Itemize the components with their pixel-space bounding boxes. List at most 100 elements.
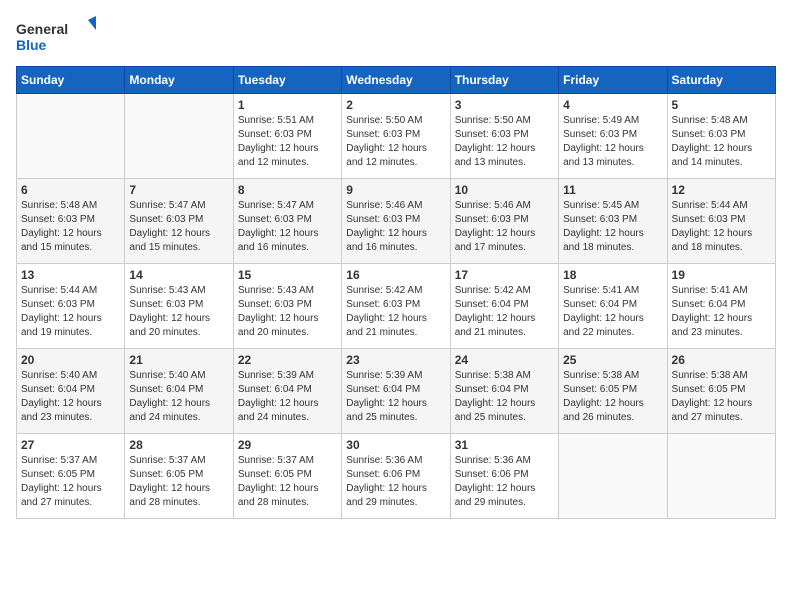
calendar-cell: 13Sunrise: 5:44 AM Sunset: 6:03 PM Dayli… [17,264,125,349]
weekday-header-tuesday: Tuesday [233,67,341,94]
calendar-cell: 21 Sunrise: 5:40 AM Sunset: 6:04 PM Dayli… [125,349,233,434]
calendar-cell: 3 Sunrise: 5:50 AM Sunset: 6:03 PM Daylig… [450,94,558,179]
weekday-header-sunday: Sunday [17,67,125,94]
day-info: Sunrise: 5:46 AM Sunset: 6:03 PM Dayligh… [346,199,445,255]
day-info: Sunrise: 5:36 AM Sunset: 6:06 PM Dayligh… [346,454,445,510]
day-number: 25 [563,353,662,367]
calendar-cell: 14 Sunrise: 5:43 AM Sunset: 6:03 PM Dayli… [125,264,233,349]
day-number: 13 [21,268,120,282]
day-number: 5 [672,98,771,112]
day-number: 23 [346,353,445,367]
calendar-cell: 22 Sunrise: 5:39 AM Sunset: 6:04 PM Dayli… [233,349,341,434]
calendar-week-5: 27 Sunrise: 5:37 AM Sunset: 6:05 PM Dayli… [17,434,776,519]
calendar-cell: 11Sunrise: 5:45 AM Sunset: 6:03 PM Dayli… [559,179,667,264]
day-info: Sunrise: 5:40 AM Sunset: 6:04 PM Dayligh… [21,369,120,425]
day-number: 27 [21,438,120,452]
day-info: Sunrise: 5:43 AM Sunset: 6:03 PM Dayligh… [238,284,337,340]
calendar-cell [17,94,125,179]
calendar-cell: 5 Sunrise: 5:48 AM Sunset: 6:03 PM Daylig… [667,94,775,179]
calendar-cell: 1 Sunrise: 5:51 AM Sunset: 6:03 PM Daylig… [233,94,341,179]
calendar-week-2: 6Sunrise: 5:48 AM Sunset: 6:03 PM Daylig… [17,179,776,264]
calendar-cell: 19 Sunrise: 5:41 AM Sunset: 6:04 PM Dayli… [667,264,775,349]
calendar-cell: 2Sunrise: 5:50 AM Sunset: 6:03 PM Daylig… [342,94,450,179]
day-number: 30 [346,438,445,452]
calendar-cell: 17 Sunrise: 5:42 AM Sunset: 6:04 PM Dayli… [450,264,558,349]
weekday-header-thursday: Thursday [450,67,558,94]
page-header: General Blue [16,16,776,58]
calendar-cell: 12Sunrise: 5:44 AM Sunset: 6:03 PM Dayli… [667,179,775,264]
calendar-cell: 30 Sunrise: 5:36 AM Sunset: 6:06 PM Dayli… [342,434,450,519]
day-number: 26 [672,353,771,367]
calendar-cell: 25 Sunrise: 5:38 AM Sunset: 6:05 PM Dayli… [559,349,667,434]
day-info: Sunrise: 5:47 AM Sunset: 6:03 PM Dayligh… [129,199,228,255]
day-info: Sunrise: 5:43 AM Sunset: 6:03 PM Dayligh… [129,284,228,340]
day-number: 14 [129,268,228,282]
day-info: Sunrise: 5:38 AM Sunset: 6:04 PM Dayligh… [455,369,554,425]
calendar-cell: 4 Sunrise: 5:49 AM Sunset: 6:03 PM Daylig… [559,94,667,179]
svg-text:Blue: Blue [16,37,47,53]
day-number: 17 [455,268,554,282]
day-number: 9 [346,183,445,197]
weekday-header-monday: Monday [125,67,233,94]
day-number: 4 [563,98,662,112]
day-info: Sunrise: 5:39 AM Sunset: 6:04 PM Dayligh… [346,369,445,425]
day-number: 29 [238,438,337,452]
calendar-cell: 18Sunrise: 5:41 AM Sunset: 6:04 PM Dayli… [559,264,667,349]
calendar-cell: 24 Sunrise: 5:38 AM Sunset: 6:04 PM Dayli… [450,349,558,434]
day-info: Sunrise: 5:38 AM Sunset: 6:05 PM Dayligh… [563,369,662,425]
day-info: Sunrise: 5:40 AM Sunset: 6:04 PM Dayligh… [129,369,228,425]
calendar-cell [559,434,667,519]
day-info: Sunrise: 5:38 AM Sunset: 6:05 PM Dayligh… [672,369,771,425]
day-number: 10 [455,183,554,197]
day-number: 22 [238,353,337,367]
calendar-cell [125,94,233,179]
day-info: Sunrise: 5:47 AM Sunset: 6:03 PM Dayligh… [238,199,337,255]
logo-svg: General Blue [16,16,96,58]
day-info: Sunrise: 5:42 AM Sunset: 6:04 PM Dayligh… [455,284,554,340]
day-info: Sunrise: 5:48 AM Sunset: 6:03 PM Dayligh… [672,114,771,170]
day-info: Sunrise: 5:44 AM Sunset: 6:03 PM Dayligh… [672,199,771,255]
calendar-cell: 29 Sunrise: 5:37 AM Sunset: 6:05 PM Dayli… [233,434,341,519]
day-number: 1 [238,98,337,112]
day-info: Sunrise: 5:36 AM Sunset: 6:06 PM Dayligh… [455,454,554,510]
day-number: 28 [129,438,228,452]
day-info: Sunrise: 5:45 AM Sunset: 6:03 PM Dayligh… [563,199,662,255]
day-info: Sunrise: 5:37 AM Sunset: 6:05 PM Dayligh… [238,454,337,510]
logo: General Blue [16,16,96,58]
weekday-header-wednesday: Wednesday [342,67,450,94]
weekday-header-saturday: Saturday [667,67,775,94]
day-info: Sunrise: 5:42 AM Sunset: 6:03 PM Dayligh… [346,284,445,340]
calendar-cell: 6Sunrise: 5:48 AM Sunset: 6:03 PM Daylig… [17,179,125,264]
svg-text:General: General [16,21,68,37]
day-number: 6 [21,183,120,197]
day-number: 19 [672,268,771,282]
calendar-cell: 8 Sunrise: 5:47 AM Sunset: 6:03 PM Daylig… [233,179,341,264]
day-info: Sunrise: 5:46 AM Sunset: 6:03 PM Dayligh… [455,199,554,255]
calendar-cell: 26 Sunrise: 5:38 AM Sunset: 6:05 PM Dayli… [667,349,775,434]
day-info: Sunrise: 5:50 AM Sunset: 6:03 PM Dayligh… [455,114,554,170]
day-number: 18 [563,268,662,282]
day-info: Sunrise: 5:51 AM Sunset: 6:03 PM Dayligh… [238,114,337,170]
day-number: 20 [21,353,120,367]
day-info: Sunrise: 5:49 AM Sunset: 6:03 PM Dayligh… [563,114,662,170]
calendar-cell: 7 Sunrise: 5:47 AM Sunset: 6:03 PM Daylig… [125,179,233,264]
calendar-cell: 28Sunrise: 5:37 AM Sunset: 6:05 PM Dayli… [125,434,233,519]
day-number: 21 [129,353,228,367]
calendar-cell: 9 Sunrise: 5:46 AM Sunset: 6:03 PM Daylig… [342,179,450,264]
calendar-cell: 16 Sunrise: 5:42 AM Sunset: 6:03 PM Dayli… [342,264,450,349]
day-number: 7 [129,183,228,197]
day-number: 24 [455,353,554,367]
calendar-cell: 31 Sunrise: 5:36 AM Sunset: 6:06 PM Dayli… [450,434,558,519]
day-number: 15 [238,268,337,282]
calendar-week-1: 1 Sunrise: 5:51 AM Sunset: 6:03 PM Daylig… [17,94,776,179]
day-info: Sunrise: 5:39 AM Sunset: 6:04 PM Dayligh… [238,369,337,425]
calendar-cell: 15 Sunrise: 5:43 AM Sunset: 6:03 PM Dayli… [233,264,341,349]
calendar-cell: 20 Sunrise: 5:40 AM Sunset: 6:04 PM Dayli… [17,349,125,434]
day-number: 31 [455,438,554,452]
day-number: 3 [455,98,554,112]
day-info: Sunrise: 5:41 AM Sunset: 6:04 PM Dayligh… [672,284,771,340]
calendar-cell [667,434,775,519]
day-number: 16 [346,268,445,282]
day-number: 8 [238,183,337,197]
calendar-week-4: 20 Sunrise: 5:40 AM Sunset: 6:04 PM Dayli… [17,349,776,434]
